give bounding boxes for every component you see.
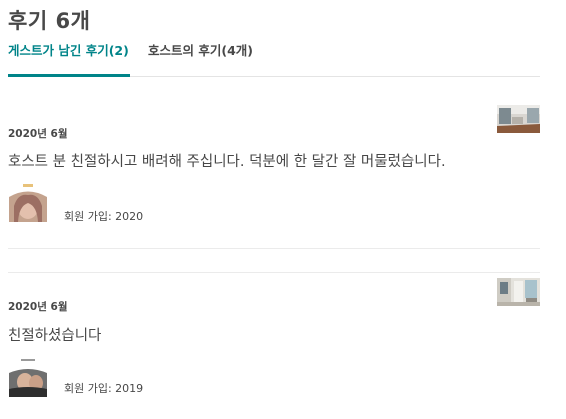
tab-guest-reviews[interactable]: 게스트가 남긴 후기(2) <box>8 42 130 77</box>
reviews-title: 후기 6개 <box>8 9 91 33</box>
review-tabs: 게스트가 남긴 후기(2) 호스트의 후기(4개) <box>8 42 540 77</box>
tab-host-reviews[interactable]: 호스트의 후기(4개) <box>148 42 253 77</box>
review-date: 2020년 6월 <box>8 128 68 140</box>
member-since: 회원 가입: 2020 <box>64 210 144 223</box>
review-date: 2020년 6월 <box>8 301 68 313</box>
review-listing-photo[interactable] <box>497 105 540 133</box>
member-since: 회원 가입: 2019 <box>64 382 144 395</box>
review-divider <box>8 248 540 249</box>
reviewer-avatar[interactable] <box>9 184 47 222</box>
review-text: 친절하셨습니다 <box>8 328 102 344</box>
review-text: 호스트 분 친절하시고 배려해 주십니다. 덕분에 한 달간 잘 머물렀습니다. <box>8 154 446 170</box>
review-item: 2020년 6월 친절하셨습니다 회원 가입: 2019 <box>8 272 540 397</box>
reviewer-avatar[interactable] <box>9 359 47 397</box>
review-listing-photo[interactable] <box>497 278 540 306</box>
